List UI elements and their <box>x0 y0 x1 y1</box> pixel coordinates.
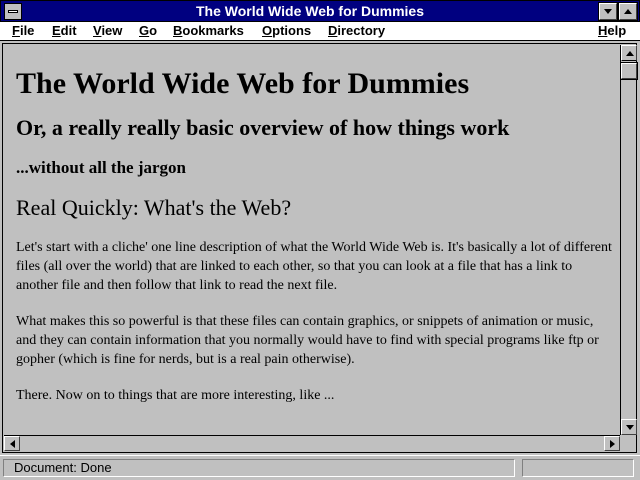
scroll-down-icon[interactable] <box>621 419 637 435</box>
menu-go-rest: o <box>149 23 158 38</box>
menu-options-rest: ptions <box>272 23 312 38</box>
menu-file[interactable]: File <box>12 23 34 39</box>
browser-window: The World Wide Web for Dummies File Edit… <box>0 0 640 480</box>
menu-directory-rest: irectory <box>337 23 386 38</box>
menu-go[interactable]: Go <box>139 23 157 39</box>
menu-file-rest: ile <box>19 23 35 38</box>
scrollbar-corner <box>620 435 636 451</box>
menu-bookmarks[interactable]: Bookmarks <box>173 23 244 39</box>
menu-view[interactable]: View <box>93 23 122 39</box>
page-subheading: Or, a really really basic overview of ho… <box>16 115 510 140</box>
menu-directory[interactable]: Directory <box>328 23 385 39</box>
menu-help-rest: elp <box>607 23 627 38</box>
status-bar: Document: Done <box>0 455 640 480</box>
progress-indicator <box>522 459 634 477</box>
vertical-scrollbar[interactable] <box>620 45 638 435</box>
window-title: The World Wide Web for Dummies <box>195 3 425 19</box>
system-menu-icon[interactable] <box>4 3 22 20</box>
vertical-scroll-thumb[interactable] <box>620 62 638 80</box>
menu-view-rest: iew <box>101 23 123 38</box>
menu-options[interactable]: Options <box>262 23 311 39</box>
paragraph: There. Now on to things that are more in… <box>16 388 335 403</box>
menu-edit[interactable]: Edit <box>52 23 77 39</box>
status-text: Document: Done <box>3 459 515 477</box>
page-tagline: ...without all the jargon <box>16 158 186 177</box>
horizontal-scrollbar[interactable] <box>4 435 620 451</box>
paragraph: Let's start with a cliche' one line desc… <box>16 240 612 293</box>
menu-edit-rest: dit <box>60 23 77 38</box>
minimize-icon[interactable] <box>598 2 618 21</box>
section-title: Real Quickly: What's the Web? <box>16 195 292 220</box>
maximize-icon[interactable] <box>618 2 638 21</box>
scroll-right-icon[interactable] <box>604 436 620 451</box>
paragraph: What makes this so powerful is that thes… <box>16 314 599 367</box>
menu-bookmarks-rest: ookmarks <box>182 23 244 38</box>
title-bar[interactable]: The World Wide Web for Dummies <box>0 0 640 22</box>
menu-help[interactable]: Help <box>598 23 626 39</box>
menu-bar: File Edit View Go Bookmarks Options Dire… <box>0 22 640 41</box>
scroll-left-icon[interactable] <box>4 436 20 451</box>
scroll-up-icon[interactable] <box>621 45 637 61</box>
document-frame: The World Wide Web for Dummies Or, a rea… <box>2 43 638 453</box>
page-heading: The World Wide Web for Dummies <box>16 67 470 100</box>
document-content[interactable]: The World Wide Web for Dummies Or, a rea… <box>4 45 619 435</box>
